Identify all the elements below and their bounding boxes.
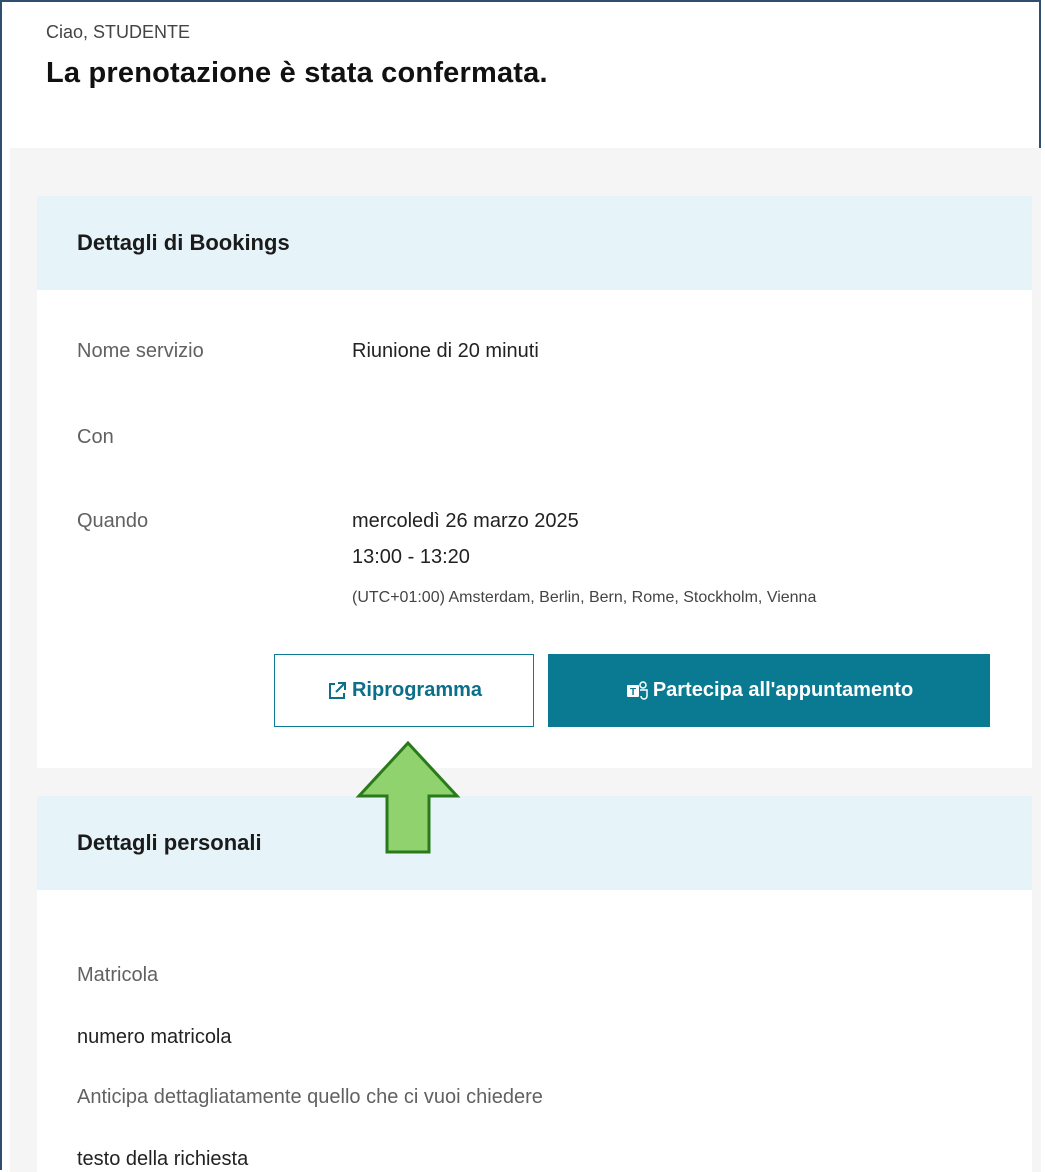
reschedule-button[interactable]: Riprogramma <box>274 654 534 727</box>
bookings-heading: Dettagli di Bookings <box>77 230 290 255</box>
teams-icon: T <box>626 680 648 700</box>
when-label: Quando <box>77 510 149 532</box>
timezone-value: (UTC+01:00) Amsterdam, Berlin, Bern, Rom… <box>352 589 817 606</box>
personal-card-header: Dettagli personali <box>37 796 1032 890</box>
page-title: La prenotazione è stata confermata. <box>46 57 548 89</box>
time-value: 13:00 - 13:20 <box>352 546 470 568</box>
open-external-icon <box>328 681 346 699</box>
service-label: Nome servizio <box>77 340 204 362</box>
with-label: Con <box>77 426 114 448</box>
up-arrow-icon <box>355 740 461 854</box>
join-appointment-button[interactable]: T Partecipa all'appuntamento <box>548 654 990 727</box>
personal-heading: Dettagli personali <box>77 830 262 855</box>
matricola-value: numero matricola <box>77 1026 232 1048</box>
greeting: Ciao, STUDENTE <box>46 22 191 42</box>
service-value: Riunione di 20 minuti <box>352 340 539 362</box>
email-frame: Ciao, STUDENTE La prenotazione è stata c… <box>0 0 1041 1172</box>
bookings-card: Dettagli di Bookings Nome servizio Riuni… <box>37 196 1032 768</box>
header: Ciao, STUDENTE La prenotazione è stata c… <box>46 22 548 90</box>
join-label: Partecipa all'appuntamento <box>652 679 914 701</box>
question-value: testo della richiesta <box>77 1148 249 1170</box>
question-label: Anticipa dettagliatamente quello che ci … <box>77 1086 543 1108</box>
matricola-label: Matricola <box>77 964 159 986</box>
reschedule-label: Riprogramma <box>351 679 483 701</box>
personal-card: Dettagli personali Matricola numero matr… <box>37 796 1032 1172</box>
bookings-card-header: Dettagli di Bookings <box>37 196 1032 290</box>
content-area: Dettagli di Bookings Nome servizio Riuni… <box>10 148 1041 1172</box>
date-value: mercoledì 26 marzo 2025 <box>352 510 579 532</box>
svg-text:T: T <box>630 687 636 698</box>
